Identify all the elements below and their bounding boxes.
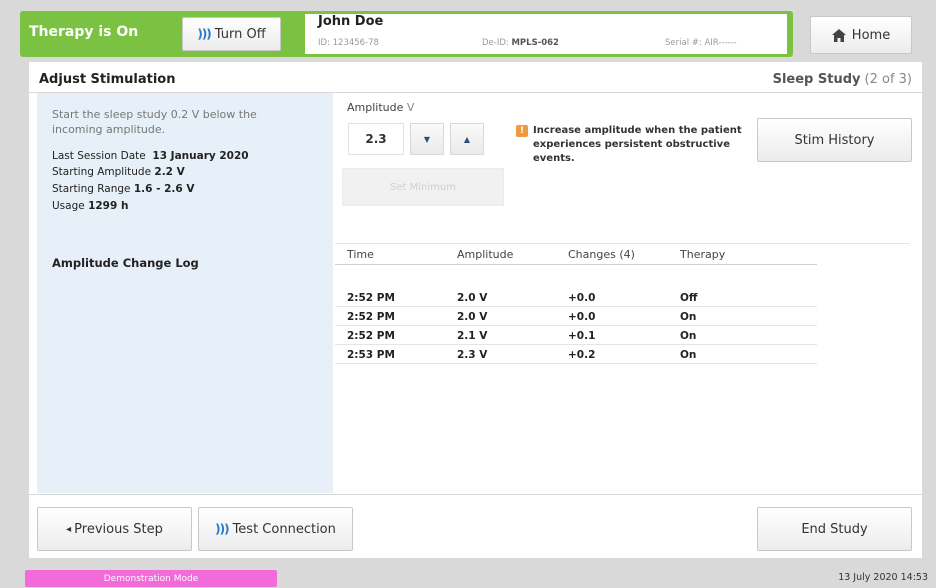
turn-off-label: Turn Off: [214, 26, 266, 42]
column-header-amplitude: Amplitude: [457, 248, 514, 261]
home-label: Home: [851, 27, 891, 43]
therapy-status: Therapy is On: [29, 24, 139, 40]
column-header-changes: Changes (4): [568, 248, 635, 261]
page-title: Adjust Stimulation: [39, 72, 176, 87]
chevron-left-icon: ◂: [66, 523, 72, 535]
serial-number: Serial #: AIR------: [665, 38, 737, 48]
table-row: 2:52 PM 2.0 V +0.0 On: [335, 308, 817, 326]
set-minimum-button[interactable]: Set Minimum: [342, 168, 504, 206]
usage: Usage 1299 h: [52, 200, 129, 212]
previous-step-label: Previous Step: [74, 521, 163, 537]
date-time: 13 July 2020 14:53: [838, 572, 928, 583]
table-row: 2:52 PM 2.0 V +0.0 Off: [335, 289, 817, 307]
de-id: De-ID: MPLS-062: [482, 38, 559, 48]
starting-amplitude: Starting Amplitude 2.2 V: [52, 166, 185, 178]
amplitude-label: Amplitude V: [347, 101, 415, 114]
starting-range: Starting Range 1.6 - 2.6 V: [52, 183, 195, 195]
arrow-down-icon: ▼: [423, 134, 431, 144]
column-header-time: Time: [347, 248, 374, 261]
warning-text: Increase amplitude when the patient expe…: [533, 125, 742, 164]
test-connection-label: Test Connection: [232, 521, 336, 537]
wireless-icon: ))): [197, 27, 211, 41]
end-study-label: End Study: [801, 521, 868, 537]
instruction-text: Start the sleep study 0.2 V below the in…: [52, 108, 257, 136]
test-connection-button[interactable]: ))) Test Connection: [198, 507, 353, 551]
demo-mode-badge: Demonstration Mode: [25, 570, 277, 587]
wireless-icon: ))): [215, 522, 229, 536]
study-progress: Sleep Study (2 of 3): [772, 72, 912, 87]
arrow-up-icon: ▲: [463, 134, 471, 144]
turn-off-button[interactable]: ))) Turn Off: [182, 17, 281, 51]
home-icon: [831, 28, 846, 42]
divider: [335, 243, 910, 244]
divider: [29, 494, 922, 495]
log-title: Amplitude Change Log: [52, 256, 199, 270]
decrease-amplitude-button[interactable]: ▼: [410, 123, 444, 155]
divider: [335, 264, 817, 265]
end-study-button[interactable]: End Study: [757, 507, 912, 551]
amplitude-value: 2.3: [348, 123, 404, 155]
stim-history-button[interactable]: Stim History: [757, 118, 912, 162]
patient-name: John Doe: [318, 14, 384, 29]
stim-history-label: Stim History: [794, 132, 875, 148]
warning-icon: !: [516, 125, 528, 137]
previous-step-button[interactable]: ◂ Previous Step: [37, 507, 192, 551]
home-button[interactable]: Home: [810, 16, 912, 54]
column-header-therapy: Therapy: [680, 248, 726, 261]
patient-id: ID: 123456-78: [318, 38, 379, 48]
increase-amplitude-button[interactable]: ▲: [450, 123, 484, 155]
last-session-date: Last Session Date 13 January 2020: [52, 150, 249, 162]
table-row: 2:53 PM 2.3 V +0.2 On: [335, 346, 817, 364]
table-row: 2:52 PM 2.1 V +0.1 On: [335, 327, 817, 345]
